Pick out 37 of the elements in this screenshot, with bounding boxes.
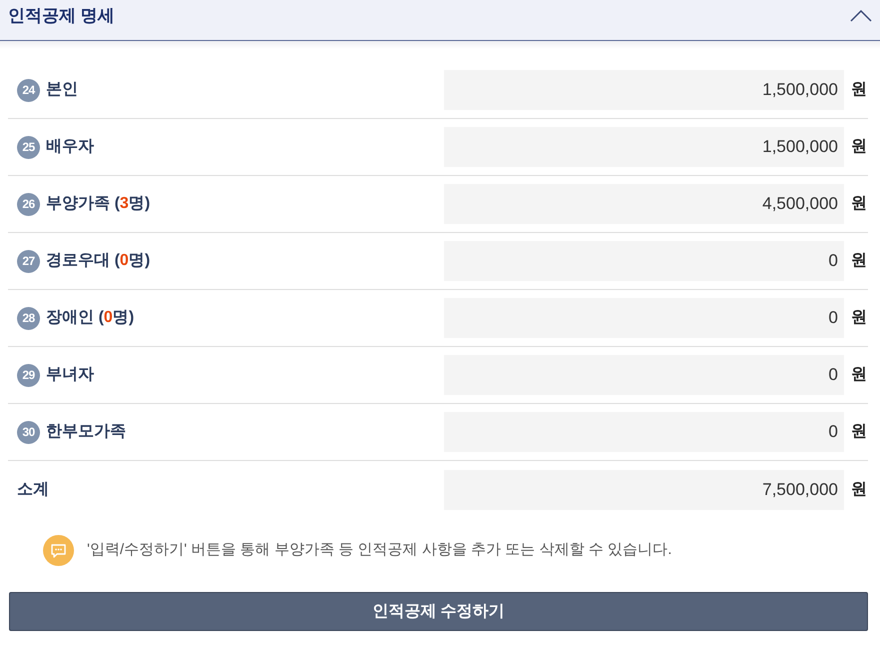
info-note: '입력/수정하기' 버튼을 통해 부양가족 등 인적공제 사항을 추가 또는 삭제할 수 있습니다. <box>87 540 672 560</box>
amount-field: 4,500,000 <box>444 184 844 224</box>
row-label: 부양가족 (3명) <box>46 194 150 214</box>
amount-field: 0 <box>444 355 844 395</box>
unit-label: 원 <box>851 422 868 442</box>
row-label: 장애인 (0명) <box>46 308 134 328</box>
number-badge: 28 <box>17 306 40 330</box>
unit-label: 원 <box>851 194 868 214</box>
subtotal-label: 소계 <box>17 480 49 500</box>
chat-bubble-icon <box>43 535 74 566</box>
amount-field: 0 <box>444 241 844 281</box>
unit-label: 원 <box>851 308 868 328</box>
number-badge: 26 <box>17 192 40 216</box>
number-badge: 25 <box>17 136 40 158</box>
row-label: 부녀자 <box>46 365 94 385</box>
number-badge: 27 <box>17 250 40 272</box>
amount-field: 1,500,000 <box>444 70 844 110</box>
unit-label: 원 <box>851 365 868 385</box>
unit-label: 원 <box>851 137 868 157</box>
number-badge: 29 <box>17 364 40 386</box>
row-label: 경로우대 (0명) <box>46 251 150 271</box>
unit-label: 원 <box>851 80 868 100</box>
section-header[interactable]: 인적공제 명세 <box>0 0 880 41</box>
amount-field: 7,500,000 <box>444 470 844 510</box>
amount-field: 0 <box>444 298 844 338</box>
unit-label: 원 <box>851 480 868 500</box>
amount-field: 0 <box>444 412 844 452</box>
row-label: 배우자 <box>46 137 94 157</box>
number-badge: 24 <box>17 78 40 102</box>
row-label: 본인 <box>46 80 78 100</box>
section-title: 인적공제 명세 <box>8 5 115 28</box>
number-badge: 30 <box>17 420 40 444</box>
unit-label: 원 <box>851 251 868 271</box>
row-label: 한부모가족 <box>46 422 126 442</box>
chevron-icon[interactable] <box>850 10 872 22</box>
edit-deduction-button[interactable]: 인적공제 수정하기 <box>9 592 868 631</box>
amount-field: 1,500,000 <box>444 127 844 167</box>
